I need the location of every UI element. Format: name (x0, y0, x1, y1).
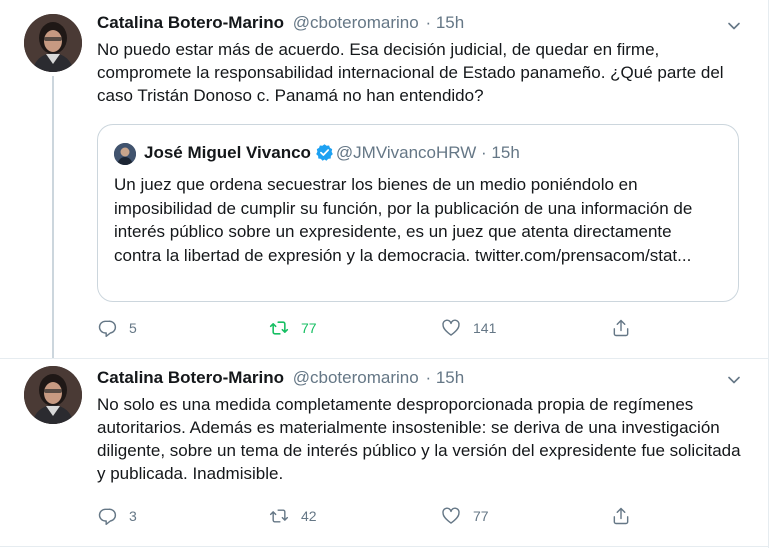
retweet-count: 42 (301, 508, 317, 524)
reply-count: 3 (129, 508, 137, 524)
share-button[interactable] (611, 316, 643, 340)
retweet-count: 77 (301, 320, 317, 336)
chevron-down-icon[interactable] (726, 18, 742, 34)
author-handle[interactable]: @cboteromarino (293, 13, 419, 32)
retweet-button[interactable]: 42 (269, 504, 317, 528)
author-handle[interactable]: @cboteromarino (293, 368, 419, 387)
reply-button[interactable]: 5 (97, 316, 137, 340)
author-name[interactable]: Catalina Botero-Marino (97, 368, 284, 387)
retweet-icon (269, 321, 289, 335)
share-icon (613, 319, 629, 337)
like-count: 141 (473, 320, 497, 336)
share-button[interactable] (611, 504, 643, 528)
timestamp[interactable]: · 15h (425, 368, 464, 387)
reply-button[interactable]: 3 (97, 504, 137, 528)
verified-icon (316, 144, 333, 161)
like-icon (442, 319, 460, 336)
reply-count: 5 (129, 320, 137, 336)
quoted-timestamp: · 15h (481, 143, 520, 162)
like-count: 77 (473, 508, 489, 524)
tweet-text: No puedo estar más de acuerdo. Esa decis… (97, 40, 724, 105)
quoted-author-name: José Miguel Vivanco (144, 143, 311, 162)
tweet-text: No solo es una medida completamente desp… (97, 395, 741, 483)
timeline: Catalina Botero-Marino @cboteromarino · … (0, 0, 769, 548)
thread-line (52, 76, 54, 358)
tweet-header: Catalina Botero-Marino @cboteromarino · … (97, 12, 464, 34)
tweet-actions: 3 42 77 (97, 504, 657, 528)
reply-icon (98, 320, 117, 338)
quoted-avatar (114, 143, 136, 165)
quoted-text: Un juez que ordena secuestrar los bienes… (114, 175, 693, 265)
tweet-header: Catalina Botero-Marino @cboteromarino · … (97, 367, 464, 389)
share-icon (613, 507, 629, 525)
like-icon (442, 507, 460, 524)
reply-icon (98, 508, 117, 526)
quoted-header: José Miguel Vivanco @JMVivancoHRW · 15h (144, 141, 520, 165)
avatar[interactable] (24, 366, 82, 424)
like-button[interactable]: 141 (441, 316, 496, 340)
like-button[interactable]: 77 (441, 504, 489, 528)
quoted-tweet[interactable]: José Miguel Vivanco @JMVivancoHRW · 15h … (97, 124, 739, 302)
tweet[interactable]: Catalina Botero-Marino @cboteromarino · … (0, 358, 768, 548)
author-name[interactable]: Catalina Botero-Marino (97, 13, 284, 32)
tweet-actions: 5 77 141 (97, 316, 657, 340)
retweet-icon (269, 509, 289, 523)
chevron-down-icon[interactable] (726, 372, 742, 388)
retweet-button[interactable]: 77 (269, 316, 317, 340)
tweet[interactable]: Catalina Botero-Marino @cboteromarino · … (0, 0, 768, 358)
quoted-author-handle: @JMVivancoHRW (335, 143, 477, 162)
avatar[interactable] (24, 14, 82, 72)
timestamp[interactable]: · 15h (425, 13, 464, 32)
tweet-divider (0, 546, 768, 547)
